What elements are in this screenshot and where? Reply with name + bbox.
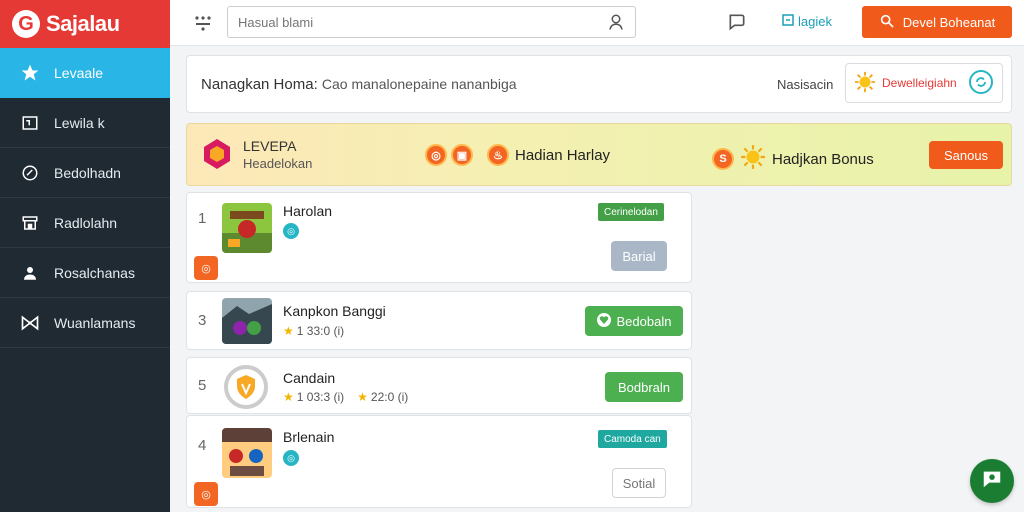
store-icon	[20, 213, 40, 233]
gem-icon	[202, 138, 232, 175]
brand-name: Sajalau	[46, 11, 120, 36]
bonus-button[interactable]: Sanous	[929, 141, 1003, 169]
bonus-reward[interactable]: S Hadjkan Bonus	[712, 144, 874, 174]
top-bar: lagiek Devel Boheanat	[170, 0, 1024, 46]
login-icon	[782, 14, 794, 29]
sidebar-item-label: Lewila k	[54, 114, 105, 131]
sidebar-item-label: Wuanlamans	[54, 314, 136, 331]
user-search-icon[interactable]	[607, 13, 625, 36]
badge-icon: ◎	[194, 256, 218, 280]
fire-icon: ♨	[487, 144, 509, 166]
star-icon: ★	[283, 324, 294, 338]
page-subtitle: Cao manalonepaine nananbiga	[321, 76, 517, 92]
star-icon: ★	[357, 390, 368, 404]
game-thumbnail[interactable]	[222, 298, 272, 344]
level-subtitle: Headelokan	[243, 156, 313, 171]
brand-logo[interactable]: G Sajalau	[0, 0, 170, 48]
game-thumbnail[interactable]	[222, 428, 272, 478]
dial-icon	[20, 163, 40, 183]
item-name[interactable]: Harolan	[283, 203, 332, 219]
refresh-icon[interactable]	[968, 69, 994, 98]
sotial-button[interactable]: Sotial	[612, 468, 666, 498]
item-rating: ★ 1 03:3 (i) ★ 22:0 (i)	[283, 390, 408, 404]
cta-label: Devel Boheanat	[902, 14, 996, 30]
rank-number: 5	[198, 377, 207, 394]
chat-bubble-icon	[981, 468, 1003, 495]
chat-icon[interactable]	[727, 12, 747, 37]
sidebar-item-label: Rosalchanas	[54, 264, 135, 281]
sidebar-item-label: Radlolahn	[54, 214, 118, 231]
heart-icon	[596, 312, 611, 330]
coin-icon: ◎	[425, 144, 447, 166]
coin-group: ◎ ▣	[425, 144, 473, 166]
star-icon	[20, 63, 40, 83]
item-meta: ◎	[283, 223, 299, 239]
badge-label: Dewelleigiahn	[882, 76, 957, 90]
status-tag: Cerinelodan	[598, 203, 664, 221]
list-item[interactable]: 3 Kanpkon Banggi ★ 1 33:0 (i) Bedobaln	[186, 291, 692, 350]
sidebar-item-label: Bedolhadn	[54, 164, 121, 181]
rank-number: 1	[198, 210, 207, 227]
info-icon: ◎	[283, 223, 299, 239]
item-name[interactable]: Brlenain	[283, 429, 334, 445]
sidebar-item-lewila[interactable]: Lewila k	[0, 98, 170, 148]
rating-value: 1 33:0 (i)	[296, 324, 345, 338]
info-icon: ◎	[283, 450, 299, 466]
sidebar-item-radlolahn[interactable]: Radlolahn	[0, 198, 170, 248]
sidebar-item-wuanlamans[interactable]: Wuanlamans	[0, 298, 170, 348]
bow-icon	[20, 313, 40, 333]
rating-value: 1 03:3 (i)	[296, 390, 345, 404]
item-rating: ★ 1 33:0 (i)	[283, 324, 344, 338]
sidebar-item-label: Levaale	[54, 65, 104, 81]
bodbraln-button[interactable]: Bodbraln	[605, 372, 683, 402]
sidebar-item-bedolhadn[interactable]: Bedolhadn	[0, 148, 170, 198]
button-label: Bedobaln	[616, 313, 672, 329]
heading-side-label: Nasisacin	[777, 77, 834, 92]
devel-button[interactable]: Devel Boheanat	[862, 6, 1012, 38]
login-label: lagiek	[798, 14, 832, 29]
level-banner: LEVEPA Headelokan ◎ ▣ ♨ Hadian Harlay S …	[186, 123, 1012, 186]
badge-icon: ◎	[194, 482, 218, 506]
game-thumbnail[interactable]	[222, 203, 272, 253]
bedobaln-button[interactable]: Bedobaln	[585, 306, 683, 336]
list-item[interactable]: 4 Brlenain ◎ Camoda can Sotial ◎	[186, 415, 692, 508]
coin-icon: ▣	[451, 144, 473, 166]
rank-number: 3	[198, 312, 207, 329]
rank-number: 4	[198, 437, 207, 454]
sidebar-item-levaale[interactable]: Levaale	[0, 48, 170, 98]
list-item[interactable]: 5 Candain ★ 1 03:3 (i) ★ 22:0 (i) Bodbra…	[186, 357, 692, 414]
daily-reward[interactable]: ♨ Hadian Harlay	[487, 144, 610, 166]
logo-icon: G	[12, 10, 40, 38]
search-input[interactable]	[228, 7, 588, 37]
heading-card: Nanagkan Homa: Cao manalonepaine nananbi…	[186, 55, 1012, 113]
status-tag: Camoda can	[598, 430, 667, 448]
chat-fab-button[interactable]	[970, 459, 1014, 503]
item-name[interactable]: Kanpkon Banggi	[283, 303, 386, 319]
list-item[interactable]: 1 Harolan ◎ Cerinelodan Barial ◎	[186, 192, 692, 283]
filter-icon[interactable]	[194, 14, 212, 32]
page-title-main: Nanagkan Homa:	[201, 76, 318, 93]
shield-logo[interactable]	[223, 364, 269, 410]
bonus-label: Hadjkan Bonus	[772, 150, 874, 168]
login-link[interactable]: lagiek	[782, 14, 832, 29]
sidebar-item-rosalchanas[interactable]: Rosalchanas	[0, 248, 170, 298]
bonus-coin-icon: S	[712, 148, 734, 170]
search-box	[227, 6, 636, 38]
level-title: LEVEPA	[243, 138, 297, 154]
sidebar: G Sajalau Levaale Lewila k Bedolhadn Rad…	[0, 0, 170, 512]
page-title: Nanagkan Homa: Cao manalonepaine nananbi…	[201, 76, 517, 93]
rating-value-secondary: 22:0 (i)	[370, 390, 409, 404]
daily-label: Hadian Harlay	[515, 146, 611, 164]
sun-icon	[854, 71, 876, 96]
box-icon	[20, 113, 40, 133]
user-icon	[20, 263, 40, 283]
star-icon: ★	[283, 390, 294, 404]
sun-icon	[740, 144, 766, 174]
search-icon	[879, 13, 895, 32]
item-name[interactable]: Candain	[283, 370, 335, 386]
barial-button[interactable]: Barial	[611, 241, 667, 271]
item-meta: ◎	[283, 450, 299, 466]
status-badge-box[interactable]: Dewelleigiahn	[845, 63, 1003, 103]
